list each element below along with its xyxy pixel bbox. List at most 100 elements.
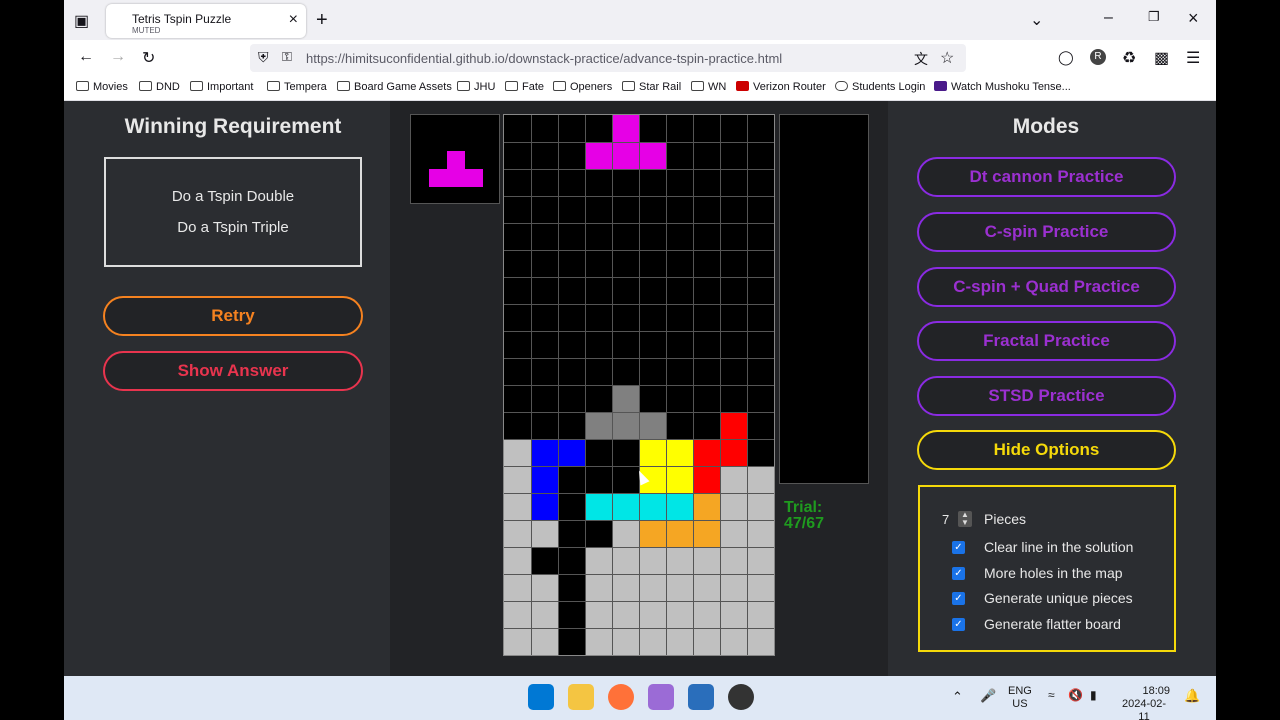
app-icon[interactable] bbox=[688, 684, 714, 710]
translate-icon[interactable]: 文 bbox=[914, 49, 928, 69]
garbage-cell bbox=[504, 574, 531, 601]
microphone-icon[interactable]: 🎤 bbox=[980, 689, 996, 702]
mode-stsd-button[interactable]: STSD Practice bbox=[917, 376, 1176, 416]
windows-taskbar: ⌃ 🎤 ENG US ≈ 🔇 ▮ 18:09 2024-02-11 🔔 bbox=[64, 676, 1216, 720]
bookmark-board-game-assets[interactable]: Board Game Assets bbox=[337, 81, 452, 93]
bookmark-star-rail[interactable]: Star Rail bbox=[622, 81, 681, 93]
garbage-cell bbox=[612, 520, 639, 547]
red-piece-cell bbox=[720, 439, 747, 466]
option-row[interactable]: ✓ Generate unique pieces bbox=[920, 590, 1174, 610]
garbage-cell bbox=[504, 493, 531, 520]
grid-line bbox=[504, 304, 774, 305]
shield-icon[interactable]: ⛨ bbox=[258, 49, 269, 66]
bookmark-dnd[interactable]: DND bbox=[139, 81, 180, 93]
garbage-cell bbox=[612, 601, 639, 628]
garbage-cell bbox=[639, 601, 666, 628]
bookmark-important[interactable]: Important bbox=[190, 81, 253, 93]
title-bar: ▣ Tetris Tspin Puzzle MUTED × + ⌄ – ❐ × bbox=[64, 0, 1216, 40]
grid-line bbox=[504, 277, 774, 278]
checkbox-flatter-board[interactable]: ✓ bbox=[952, 618, 965, 631]
garbage-cell bbox=[504, 466, 531, 493]
restore-icon[interactable]: ❐ bbox=[1148, 9, 1160, 25]
address-bar[interactable]: ⛨ ⚿ https://himitsuconfidential.github.i… bbox=[250, 44, 966, 72]
bookmark-tempera[interactable]: Tempera bbox=[267, 81, 327, 93]
bookmark-verizon-router[interactable]: Verizon Router bbox=[736, 81, 826, 93]
option-row[interactable]: ✓ More holes in the map bbox=[920, 565, 1174, 585]
bookmark-jhu[interactable]: JHU bbox=[457, 81, 495, 93]
garbage-cell bbox=[720, 466, 747, 493]
clock[interactable]: 18:09 2024-02-11 bbox=[1118, 685, 1170, 720]
new-tab-icon[interactable]: + bbox=[316, 9, 328, 32]
close-tab-icon[interactable]: × bbox=[289, 11, 298, 29]
url-text[interactable]: https://himitsuconfidential.github.io/do… bbox=[306, 51, 782, 66]
garbage-cell bbox=[666, 601, 693, 628]
grid-line bbox=[504, 250, 774, 251]
tab-list-icon[interactable]: ▣ bbox=[74, 11, 89, 31]
menu-icon[interactable]: ☰ bbox=[1186, 48, 1200, 68]
pocket-icon[interactable]: ◯ bbox=[1058, 49, 1074, 66]
wifi-icon[interactable]: ≈ bbox=[1048, 689, 1055, 702]
back-icon[interactable]: ← bbox=[78, 48, 94, 66]
option-row[interactable]: ✓ Generate flatter board bbox=[920, 616, 1174, 636]
garbage-cell bbox=[720, 547, 747, 574]
extension-app-icon[interactable]: ▩ bbox=[1154, 48, 1169, 68]
folder-icon bbox=[691, 81, 704, 91]
chevron-up-icon[interactable]: ⌃ bbox=[952, 690, 963, 703]
extensions-icon[interactable]: ♻ bbox=[1122, 48, 1136, 68]
garbage-cell bbox=[747, 466, 774, 493]
blue-piece-cell bbox=[531, 466, 558, 493]
retry-button[interactable]: Retry bbox=[103, 296, 363, 336]
browser-tab[interactable]: Tetris Tspin Puzzle MUTED × bbox=[106, 4, 306, 38]
option-row[interactable]: ✓ Clear line in the solution bbox=[920, 539, 1174, 559]
grid-line bbox=[504, 142, 774, 143]
forward-icon[interactable]: → bbox=[110, 48, 126, 66]
list-all-tabs-icon[interactable]: ⌄ bbox=[1030, 10, 1043, 30]
option-label: Generate flatter board bbox=[984, 616, 1121, 632]
reload-icon[interactable]: ↻ bbox=[142, 48, 155, 68]
ghost-piece-cell bbox=[585, 412, 612, 439]
obsidian-icon[interactable] bbox=[648, 684, 674, 710]
bookmark-fate[interactable]: Fate bbox=[505, 81, 544, 93]
obs-icon[interactable] bbox=[728, 684, 754, 710]
hide-options-button[interactable]: Hide Options bbox=[917, 430, 1176, 470]
mode-c-spin-button[interactable]: C-spin Practice bbox=[917, 212, 1176, 252]
bookmark-star-icon[interactable]: ☆ bbox=[940, 48, 954, 68]
close-window-icon[interactable]: × bbox=[1188, 8, 1199, 29]
file-explorer-icon[interactable] bbox=[568, 684, 594, 710]
blue-piece-cell bbox=[531, 493, 558, 520]
bookmark-movies[interactable]: Movies bbox=[76, 81, 128, 93]
checkbox-clear-line[interactable]: ✓ bbox=[952, 541, 965, 554]
volume-muted-icon[interactable]: 🔇 bbox=[1068, 689, 1083, 702]
garbage-cell bbox=[720, 520, 747, 547]
lock-icon[interactable]: ⚿ bbox=[282, 49, 292, 65]
mode-dt-cannon-button[interactable]: Dt cannon Practice bbox=[917, 157, 1176, 197]
orange-piece-cell bbox=[666, 520, 693, 547]
profile-avatar-icon[interactable]: R bbox=[1090, 49, 1106, 65]
garbage-cell bbox=[747, 601, 774, 628]
requirement-box: Do a Tspin Double Do a Tspin Triple bbox=[104, 157, 362, 267]
page-content: Winning Requirement Do a Tspin Double Do… bbox=[64, 101, 1216, 676]
verizon-icon bbox=[736, 81, 749, 91]
notification-bell-icon[interactable]: 🔔 bbox=[1184, 689, 1200, 702]
show-answer-button[interactable]: Show Answer bbox=[103, 351, 363, 391]
garbage-cell bbox=[531, 574, 558, 601]
checkbox-unique-pieces[interactable]: ✓ bbox=[952, 592, 965, 605]
battery-icon[interactable]: ▮ bbox=[1090, 689, 1097, 702]
garbage-cell bbox=[666, 628, 693, 655]
mode-fractal-button[interactable]: Fractal Practice bbox=[917, 321, 1176, 361]
minimize-icon[interactable]: – bbox=[1104, 9, 1113, 27]
hold-piece-box bbox=[410, 114, 500, 204]
folder-icon bbox=[622, 81, 635, 91]
language-indicator[interactable]: ENG US bbox=[1008, 685, 1032, 711]
bookmark-students-login[interactable]: Students Login bbox=[835, 81, 925, 93]
tetris-board[interactable] bbox=[503, 114, 775, 656]
windows-start-icon[interactable] bbox=[528, 684, 554, 710]
firefox-icon[interactable] bbox=[608, 684, 634, 710]
checkbox-more-holes[interactable]: ✓ bbox=[952, 567, 965, 580]
mode-c-spin-quad-button[interactable]: C-spin + Quad Practice bbox=[917, 267, 1176, 307]
bookmark-openers[interactable]: Openers bbox=[553, 81, 612, 93]
bookmark-wn[interactable]: WN bbox=[691, 81, 726, 93]
hold-t-piece-cell bbox=[465, 169, 483, 187]
bookmark-watch-mushoku[interactable]: Watch Mushoku Tense... bbox=[934, 81, 1071, 93]
option-label: More holes in the map bbox=[984, 565, 1123, 581]
